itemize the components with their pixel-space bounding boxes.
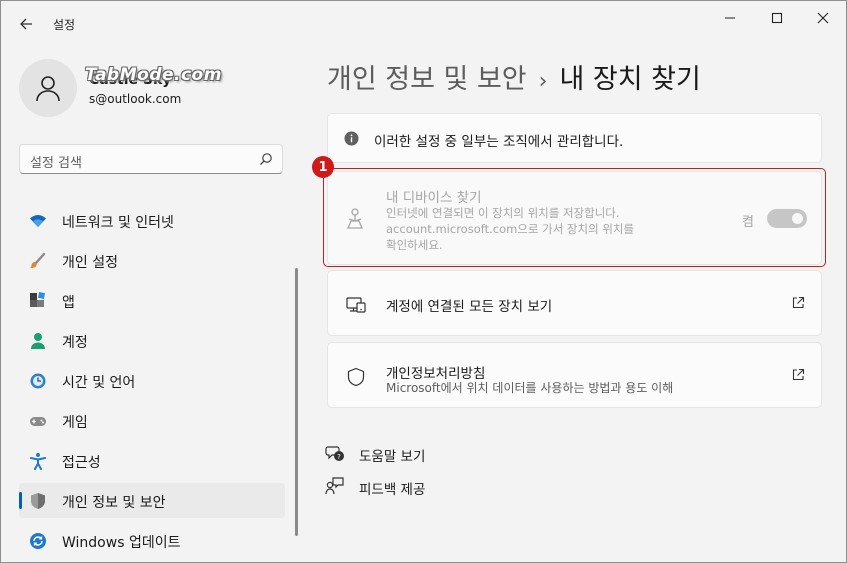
gamepad-icon bbox=[30, 417, 46, 426]
feedback-icon bbox=[325, 477, 344, 495]
view-all-devices-link[interactable]: 계정에 연결된 모든 장치 보기 bbox=[327, 270, 822, 336]
person-silhouette-icon bbox=[36, 76, 60, 102]
sidebar-item-label: 개인 정보 및 보안 bbox=[62, 495, 166, 511]
maximize-icon bbox=[771, 12, 783, 24]
account-email: s@outlook.com bbox=[89, 92, 182, 106]
search-icon[interactable] bbox=[259, 152, 273, 166]
sidebar-item-windows-update[interactable]: Windows 업데이트 bbox=[19, 523, 285, 558]
open-external-icon bbox=[792, 296, 805, 309]
title-bar: 설정 bbox=[1, 1, 846, 47]
shield-icon bbox=[31, 493, 45, 509]
wifi-icon bbox=[30, 215, 46, 227]
sidebar-item-privacy-security[interactable]: 개인 정보 및 보안 bbox=[19, 483, 285, 518]
search-box[interactable]: 설정 검색 bbox=[19, 144, 283, 174]
sidebar-item-label: 접근성 bbox=[62, 455, 101, 471]
breadcrumb: 개인 정보 및 보안 › 내 장치 찾기 bbox=[327, 57, 701, 96]
update-icon bbox=[30, 533, 46, 549]
sidebar-item-time-language[interactable]: 시간 및 언어 bbox=[19, 363, 285, 398]
breadcrumb-parent[interactable]: 개인 정보 및 보안 bbox=[327, 64, 527, 95]
app-title: 설정 bbox=[53, 18, 76, 32]
minimize-icon bbox=[725, 17, 735, 19]
apps-icon bbox=[30, 292, 46, 307]
privacy-statement-link[interactable]: 개인정보처리방침 Microsoft에서 위치 데이터를 사용하는 방법과 용도… bbox=[327, 342, 822, 408]
sidebar-item-personalization[interactable]: 개인 설정 bbox=[19, 243, 285, 278]
help-chat-icon: ? bbox=[325, 446, 344, 461]
sidebar-item-label: 앱 bbox=[62, 295, 75, 311]
info-icon bbox=[344, 131, 359, 146]
managed-info-banner: 이러한 설정 중 일부는 조직에서 관리합니다. bbox=[327, 113, 822, 163]
back-arrow-icon bbox=[20, 18, 32, 30]
shield-outline-icon bbox=[347, 367, 365, 387]
breadcrumb-separator: › bbox=[538, 69, 548, 94]
sidebar-item-gaming[interactable]: 게임 bbox=[19, 403, 285, 438]
sidebar-scrollbar[interactable] bbox=[295, 268, 298, 536]
link-subtitle: Microsoft에서 위치 데이터를 사용하는 방법과 용도 이해 bbox=[386, 381, 674, 395]
open-external-icon bbox=[792, 368, 805, 381]
get-help-label: 도움말 보기 bbox=[359, 449, 426, 465]
devices-icon bbox=[346, 297, 366, 313]
sidebar-item-accessibility[interactable]: 접근성 bbox=[19, 443, 285, 478]
sidebar-item-label: 개인 설정 bbox=[62, 255, 118, 271]
active-indicator bbox=[19, 492, 22, 509]
link-title: 계정에 연결된 모든 장치 보기 bbox=[386, 299, 553, 315]
maximize-button[interactable] bbox=[754, 1, 800, 35]
svg-text:?: ? bbox=[337, 453, 341, 461]
close-button[interactable] bbox=[800, 1, 846, 35]
info-text: 이러한 설정 중 일부는 조직에서 관리합니다. bbox=[374, 134, 624, 150]
avatar[interactable] bbox=[19, 59, 77, 117]
search-input[interactable]: 설정 검색 bbox=[30, 152, 82, 171]
settings-window: 설정 Castle Sky TabMode.com s@outlook.com … bbox=[0, 0, 847, 563]
close-icon bbox=[817, 12, 829, 24]
back-button[interactable] bbox=[15, 13, 37, 35]
brush-icon bbox=[30, 252, 46, 268]
sidebar-item-label: Windows 업데이트 bbox=[62, 535, 181, 551]
annotation-badge: 1 bbox=[312, 156, 334, 178]
person-icon bbox=[31, 333, 45, 349]
sidebar-item-apps[interactable]: 앱 bbox=[19, 283, 285, 318]
give-feedback-label: 피드백 제공 bbox=[359, 482, 426, 498]
clock-globe-icon bbox=[30, 373, 46, 389]
page-title: 내 장치 찾기 bbox=[559, 64, 701, 95]
watermark: TabMode.com bbox=[85, 65, 222, 85]
highlight-frame bbox=[323, 168, 826, 267]
sidebar-item-label: 게임 bbox=[62, 415, 88, 431]
minimize-button[interactable] bbox=[707, 1, 753, 35]
sidebar-item-accounts[interactable]: 계정 bbox=[19, 323, 285, 358]
sidebar-item-network[interactable]: 네트워크 및 인터넷 bbox=[19, 203, 285, 238]
sidebar-item-label: 시간 및 언어 bbox=[62, 375, 136, 391]
sidebar-item-label: 네트워크 및 인터넷 bbox=[62, 215, 174, 231]
accessibility-icon bbox=[30, 453, 46, 470]
sidebar-item-label: 계정 bbox=[62, 335, 88, 351]
